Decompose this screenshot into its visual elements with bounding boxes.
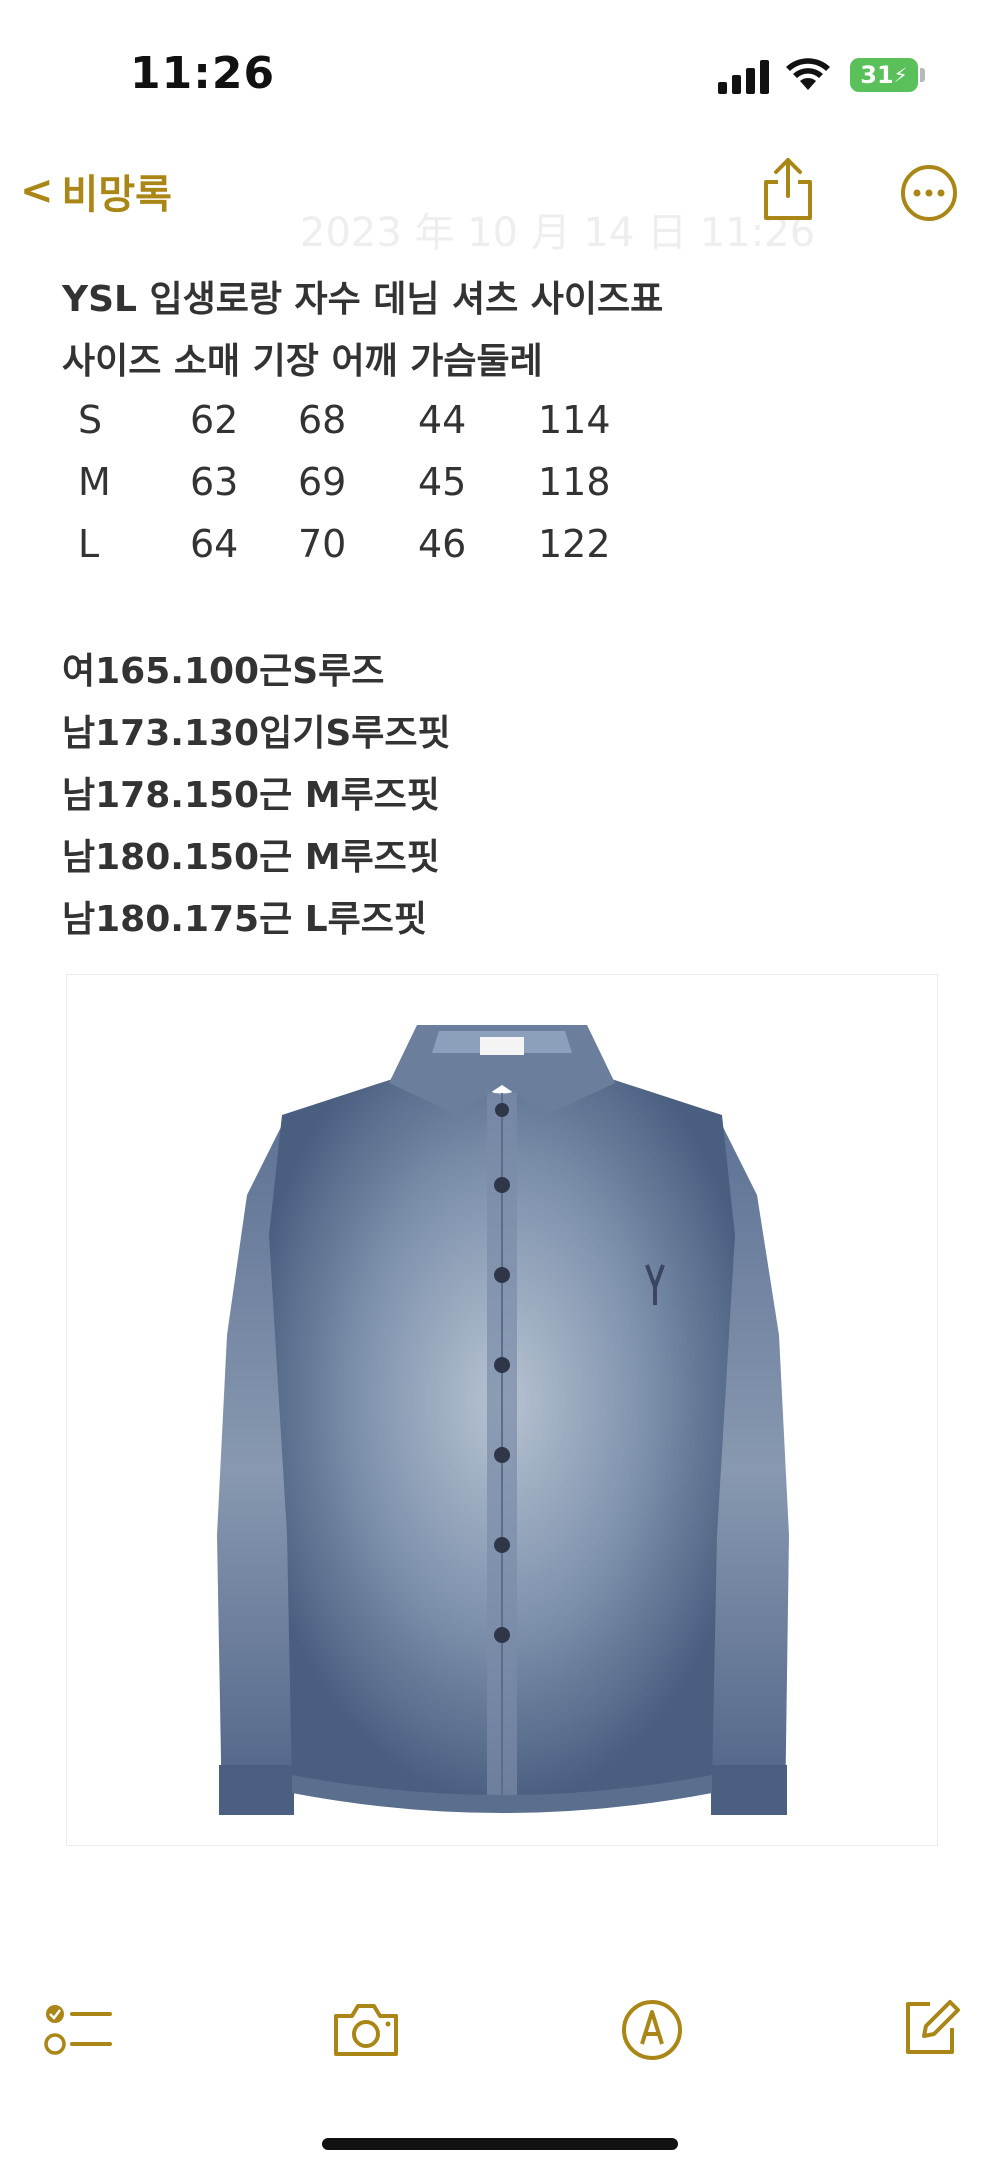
wifi-icon (786, 58, 830, 90)
size-row-m: M 63 69 45 118 (72, 460, 632, 510)
fit-note: 남173.130입기S루즈핏 (62, 713, 451, 754)
shoulder-cell: 46 (418, 522, 467, 566)
battery-level: 31 (860, 61, 894, 89)
fit-note: 남178.150근 M루즈핏 (62, 775, 440, 816)
more-options-icon[interactable] (900, 164, 958, 222)
fit-note: 남180.175근 L루즈핏 (62, 899, 428, 940)
back-label: 비망록 (61, 172, 172, 218)
checklist-icon[interactable] (44, 2000, 114, 2060)
share-icon[interactable] (760, 156, 816, 222)
markup-pen-icon[interactable] (620, 1998, 684, 2062)
battery-indicator: 31 ⚡ (850, 58, 918, 92)
home-indicator[interactable] (322, 2138, 678, 2150)
denim-shirt-illustration (217, 1025, 789, 1815)
sleeve-cell: 64 (190, 522, 239, 566)
note-title: YSL 입생로랑 자수 데님 셔츠 사이즈표 (62, 279, 664, 320)
size-row-l: L 64 70 46 122 (72, 522, 632, 572)
chest-cell: 122 (538, 522, 611, 566)
sleeve-cell: 62 (190, 398, 239, 442)
size-cell: L (78, 522, 100, 566)
denim-shirt-image[interactable] (66, 974, 938, 1846)
camera-icon[interactable] (330, 2000, 402, 2060)
status-time: 11:26 (130, 48, 276, 99)
battery-tip (920, 68, 925, 82)
back-button[interactable]: < 비망록 (20, 162, 172, 220)
fit-note: 여165.100근S루즈 (62, 651, 385, 692)
size-cell: M (78, 460, 111, 504)
sleeve-cell: 63 (190, 460, 239, 504)
length-cell: 69 (298, 460, 347, 504)
size-row-s: S 62 68 44 114 (72, 398, 632, 448)
chest-cell: 114 (538, 398, 611, 442)
chest-cell: 118 (538, 460, 611, 504)
fit-note: 남180.150근 M루즈핏 (62, 837, 440, 878)
size-table-header: 사이즈 소매 기장 어깨 가슴둘레 (62, 341, 543, 382)
cellular-signal-icon (718, 60, 769, 94)
shoulder-cell: 45 (418, 460, 467, 504)
note-timestamp: 2023 年 10 月 14 日 11:26 (300, 210, 816, 256)
size-cell: S (78, 398, 103, 442)
length-cell: 70 (298, 522, 347, 566)
chevron-left-icon: < (20, 168, 54, 214)
length-cell: 68 (298, 398, 347, 442)
compose-icon[interactable] (900, 1996, 962, 2058)
shoulder-cell: 44 (418, 398, 467, 442)
